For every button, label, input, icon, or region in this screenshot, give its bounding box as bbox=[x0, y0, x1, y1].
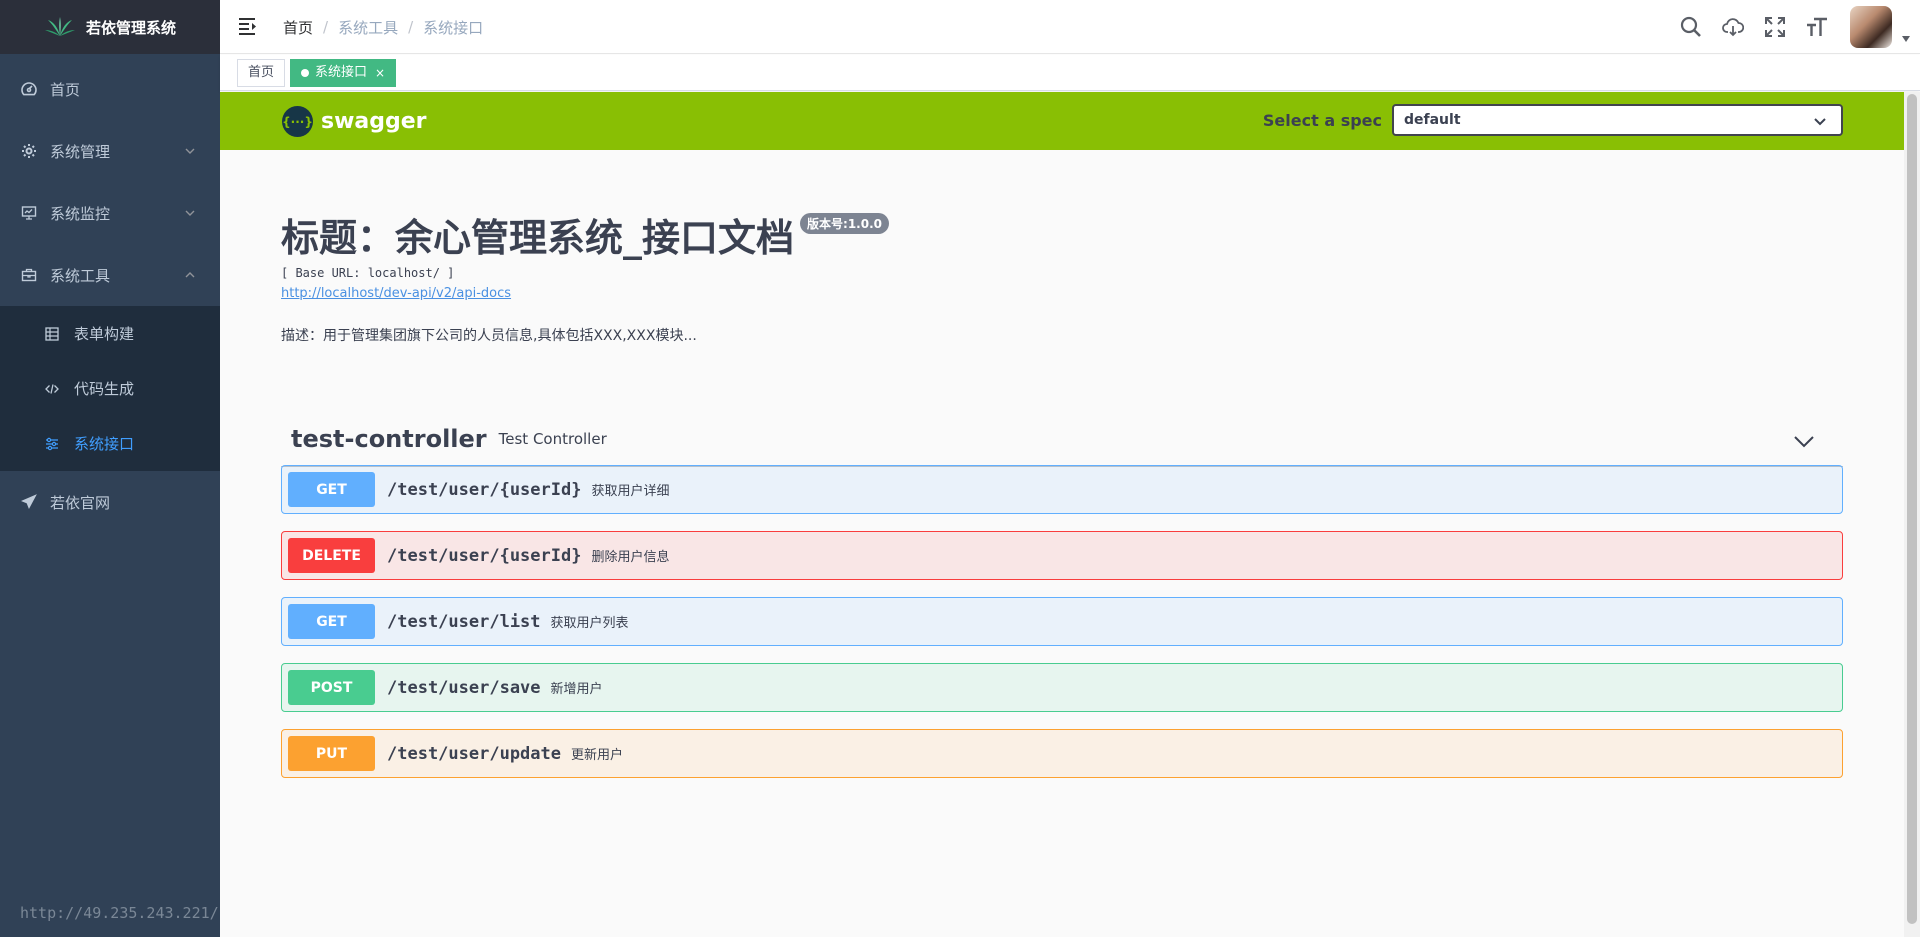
scrollbar-thumb[interactable] bbox=[1907, 94, 1917, 924]
operation-path: /test/user/{userId} bbox=[387, 479, 582, 500]
chevron-down-icon bbox=[185, 148, 195, 154]
tag-name: test-controller bbox=[291, 425, 487, 453]
sidebar-item-label: 表单构建 bbox=[74, 325, 135, 343]
operation-path: /test/user/save bbox=[387, 677, 541, 698]
operation-summary: 更新用户 bbox=[571, 748, 624, 763]
method-badge: GET bbox=[288, 604, 375, 639]
gear-icon bbox=[20, 142, 38, 160]
app-title: 若依管理系统 bbox=[85, 18, 176, 37]
chevron-down-icon bbox=[185, 210, 195, 216]
hamburger-icon[interactable] bbox=[238, 16, 258, 36]
sidebar-item-label: 首页 bbox=[50, 80, 81, 99]
caret-down-icon[interactable] bbox=[1892, 35, 1920, 43]
sidebar-item-label: 系统监控 bbox=[50, 204, 111, 223]
breadcrumb-current: 系统接口 bbox=[423, 18, 484, 37]
method-badge: DELETE bbox=[288, 538, 375, 573]
navbar: 首页 / 系统工具 / 系统接口 bbox=[220, 0, 1920, 54]
method-badge: GET bbox=[288, 472, 375, 507]
operation-summary: 获取用户列表 bbox=[550, 616, 629, 631]
active-dot-icon bbox=[301, 68, 310, 77]
swagger-ui: {···} swagger Select a spec default 标题：余… bbox=[220, 92, 1904, 937]
breadcrumb-separator: / bbox=[408, 18, 414, 36]
version-badge: 版本号:1.0.0 bbox=[800, 213, 889, 234]
tag-swagger[interactable]: 系统接口 × bbox=[290, 58, 397, 87]
swagger-logo[interactable]: {···} swagger bbox=[282, 106, 427, 137]
breadcrumb-home[interactable]: 首页 bbox=[283, 17, 313, 38]
sidebar-item-swagger[interactable]: 系统接口 bbox=[0, 416, 220, 471]
spec-select-value: default bbox=[1404, 112, 1461, 128]
operation-post-user-save[interactable]: POST /test/user/save 新增用户 bbox=[281, 663, 1843, 712]
base-url: [ Base URL: localhost/ ] bbox=[281, 266, 455, 280]
sidebar-item-form-builder[interactable]: 表单构建 bbox=[0, 306, 220, 361]
tag-label: 系统接口 bbox=[315, 64, 368, 80]
chevron-up-icon bbox=[185, 272, 195, 278]
search-icon[interactable] bbox=[1670, 0, 1712, 54]
breadcrumb: 首页 / 系统工具 / 系统接口 bbox=[283, 0, 483, 54]
avatar[interactable] bbox=[1850, 6, 1892, 48]
spec-selector: Select a spec default bbox=[1263, 104, 1843, 136]
swagger-logo-icon: {···} bbox=[282, 106, 313, 137]
operation-delete-user[interactable]: DELETE /test/user/{userId} 删除用户信息 bbox=[281, 531, 1843, 580]
paper-plane-icon bbox=[20, 493, 38, 511]
content-scrollbar[interactable] bbox=[1904, 92, 1920, 937]
cloud-download-icon[interactable] bbox=[1712, 0, 1754, 54]
chevron-down-icon bbox=[1814, 118, 1826, 126]
operation-path: /test/user/list bbox=[387, 611, 541, 632]
sidebar-item-system[interactable]: 系统管理 bbox=[0, 120, 220, 182]
operation-summary: 删除用户信息 bbox=[591, 550, 670, 565]
status-bar-url: http://49.235.243.221/user bbox=[0, 889, 220, 937]
sidebar-submenu-tools: 表单构建 代码生成 系统接口 bbox=[0, 306, 220, 471]
sidebar-item-label: 系统工具 bbox=[50, 266, 111, 285]
sidebar-item-label: 系统管理 bbox=[50, 142, 111, 161]
monitor-icon bbox=[20, 204, 38, 222]
operation-put-user-update[interactable]: PUT /test/user/update 更新用户 bbox=[281, 729, 1843, 778]
code-icon bbox=[44, 381, 60, 397]
font-size-icon[interactable] bbox=[1796, 0, 1838, 54]
tag-description: Test Controller bbox=[498, 430, 607, 448]
sidebar-item-tools[interactable]: 系统工具 bbox=[0, 244, 220, 306]
dashboard-icon bbox=[20, 80, 38, 98]
api-description: 描述：用于管理集团旗下公司的人员信息,具体包括XXX,XXX模块... bbox=[281, 328, 697, 344]
operation-get-user-list[interactable]: GET /test/user/list 获取用户列表 bbox=[281, 597, 1843, 646]
tags-view: 首页 系统接口 × bbox=[220, 55, 1920, 91]
operation-get-user[interactable]: GET /test/user/{userId} 获取用户详细 bbox=[281, 465, 1843, 514]
sidebar-item-monitor[interactable]: 系统监控 bbox=[0, 182, 220, 244]
ruoyi-logo-icon bbox=[44, 17, 75, 36]
sidebar-item-code-gen[interactable]: 代码生成 bbox=[0, 361, 220, 416]
operation-summary: 新增用户 bbox=[550, 682, 603, 697]
spec-select[interactable]: default bbox=[1392, 104, 1843, 136]
sidebar-item-official-site[interactable]: 若依官网 bbox=[0, 471, 220, 533]
breadcrumb-tools: 系统工具 bbox=[338, 18, 399, 37]
breadcrumb-separator: / bbox=[323, 18, 329, 36]
operation-path: /test/user/{userId} bbox=[387, 545, 582, 566]
fullscreen-icon[interactable] bbox=[1754, 0, 1796, 54]
chevron-down-icon[interactable] bbox=[1793, 430, 1815, 452]
sidebar-logo[interactable]: 若依管理系统 bbox=[0, 0, 220, 54]
swagger-topbar: {···} swagger Select a spec default bbox=[220, 92, 1904, 150]
operation-path: /test/user/update bbox=[387, 743, 561, 764]
sidebar-item-home[interactable]: 首页 bbox=[0, 58, 220, 120]
toolbox-icon bbox=[20, 266, 38, 284]
api-info: 标题：余心管理系统_接口文档 版本号:1.0.0 [ Base URL: loc… bbox=[281, 207, 1841, 345]
method-badge: PUT bbox=[288, 736, 375, 771]
spec-label: Select a spec bbox=[1262, 110, 1382, 130]
tag-home[interactable]: 首页 bbox=[237, 58, 286, 87]
sidebar-item-label: 系统接口 bbox=[74, 435, 135, 453]
method-badge: POST bbox=[288, 670, 375, 705]
tag-section-test-controller[interactable]: test-controller Test Controller bbox=[281, 412, 1843, 467]
swagger-logo-text: swagger bbox=[321, 109, 427, 134]
api-docs-link[interactable]: http://localhost/dev-api/v2/api-docs bbox=[281, 286, 511, 301]
sidebar-item-label: 代码生成 bbox=[74, 380, 135, 398]
navbar-right-menu bbox=[1670, 0, 1920, 54]
page-title: 标题：余心管理系统_接口文档 bbox=[281, 216, 795, 260]
sidebar: 若依管理系统 首页 系统管理 系统监控 系统工具 表单构建 代码生成 系统接口 … bbox=[0, 0, 220, 937]
tag-label: 首页 bbox=[248, 64, 275, 80]
sliders-icon bbox=[44, 436, 60, 452]
operation-summary: 获取用户详细 bbox=[591, 484, 670, 499]
sidebar-item-label: 若依官网 bbox=[50, 493, 111, 512]
table-icon bbox=[44, 326, 60, 342]
close-icon[interactable]: × bbox=[375, 60, 385, 86]
